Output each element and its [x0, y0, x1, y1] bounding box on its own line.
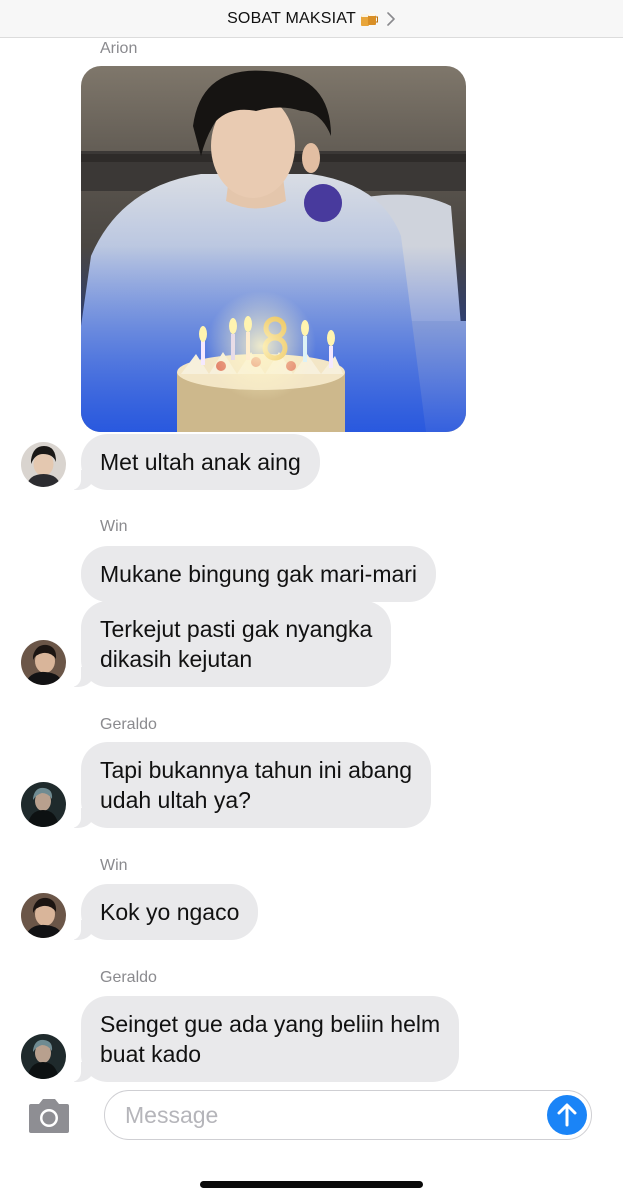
camera-icon[interactable] [25, 1097, 73, 1135]
arrow-up-icon [557, 1103, 577, 1127]
avatar-win [21, 893, 66, 938]
chat-screen: SOBAT MAKSIAT Arion Met ultah anak aing … [0, 0, 623, 1200]
avatar-geraldo [21, 1034, 66, 1079]
message-bubble[interactable]: Kok yo ngaco [70, 884, 259, 940]
avatar-arion [21, 442, 66, 487]
sender-name: Geraldo [100, 969, 157, 986]
avatar[interactable] [21, 640, 66, 685]
message-input[interactable]: Message [104, 1090, 592, 1140]
sender-name: Geraldo [100, 716, 157, 733]
message-bubble[interactable]: Tapi bukannya tahun ini abang udah ultah… [70, 742, 432, 828]
message-placeholder: Message [125, 1102, 219, 1128]
avatar[interactable] [21, 893, 66, 938]
avatar-geraldo [21, 782, 66, 827]
birthday-photo [81, 66, 466, 432]
message-bubble[interactable]: Met ultah anak aing [71, 434, 320, 490]
home-indicator [200, 1181, 423, 1188]
message-bubble[interactable]: Terkejut pasti gak nyangka dikasih kejut… [70, 601, 392, 687]
message-bubble[interactable]: Seinget gue ada yang beliin helm buat ka… [70, 996, 460, 1082]
sender-name: Win [100, 857, 128, 874]
avatar[interactable] [21, 782, 66, 827]
send-button[interactable] [547, 1095, 587, 1135]
message-bubble[interactable]: Mukane bingung gak mari-mari [81, 546, 437, 602]
avatar[interactable] [21, 442, 66, 487]
avatar-win [21, 640, 66, 685]
chevron-right-icon[interactable] [386, 11, 396, 26]
sender-name: Win [100, 518, 128, 535]
conversation-header[interactable]: SOBAT MAKSIAT [0, 0, 623, 38]
avatar[interactable] [21, 1034, 66, 1079]
sender-name: Arion [100, 40, 138, 57]
beer-mugs-emoji-icon [360, 12, 378, 26]
conversation-title: SOBAT MAKSIAT [227, 9, 356, 27]
photo-message[interactable] [81, 66, 466, 432]
